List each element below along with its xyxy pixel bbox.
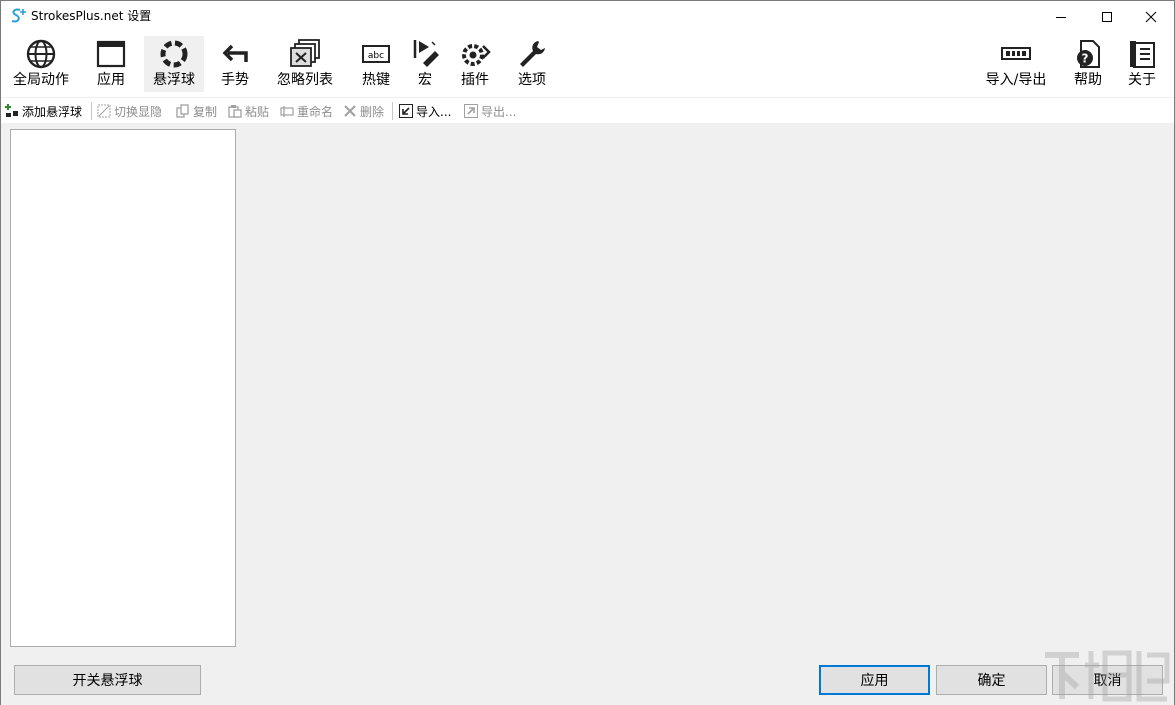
separator <box>392 102 393 120</box>
close-icon <box>1145 11 1157 22</box>
plugin-gear-icon <box>462 44 491 66</box>
tab-label: 悬浮球 <box>153 72 195 88</box>
paste-label: 粘贴 <box>245 104 270 119</box>
keyboard-abc-icon: abc <box>362 45 390 63</box>
tab-label: 手势 <box>221 72 249 88</box>
tab-label: 宏 <box>418 72 432 88</box>
about-icon <box>1130 41 1155 68</box>
maximize-icon <box>1102 11 1112 22</box>
add-floater-label: 添加悬浮球 <box>22 104 83 119</box>
tab-gestures[interactable]: 手势 <box>211 36 259 92</box>
tab-global-actions[interactable]: 全局动作 <box>6 36 76 92</box>
globe-icon <box>26 39 56 69</box>
toggle-visibility-label: 切换显隐 <box>114 104 163 119</box>
content-area <box>1 123 1174 655</box>
macro-icon <box>413 40 439 67</box>
tab-label: 帮助 <box>1074 72 1102 88</box>
toggle-visibility-button[interactable]: 切换显隐 <box>97 103 162 119</box>
tab-label: 关于 <box>1128 72 1156 88</box>
tab-ignore-list[interactable]: 忽略列表 <box>269 36 341 92</box>
separator <box>91 102 92 120</box>
copy-button[interactable]: 复制 <box>176 103 217 119</box>
tab-plugins[interactable]: 插件 <box>453 36 497 92</box>
tab-label: 全局动作 <box>13 72 69 88</box>
rename-button[interactable]: 重命名 <box>280 103 333 119</box>
tab-label: 忽略列表 <box>277 72 333 88</box>
paste-icon <box>228 105 242 118</box>
ignore-list-icon <box>290 39 320 67</box>
tab-floaters[interactable]: 悬浮球 <box>144 36 204 92</box>
watermark-logo <box>1045 650 1170 702</box>
wrench-icon <box>520 41 545 67</box>
toggle-floaters-button[interactable]: 开关悬浮球 <box>14 665 201 695</box>
import-button[interactable]: 导入... <box>399 103 451 119</box>
apply-button[interactable]: 应用 <box>819 665 930 695</box>
title-bar[interactable]: StrokesPlus.net 设置 <box>1 1 1174 32</box>
minimize-button[interactable] <box>1038 1 1084 32</box>
floater-toolbar: 添加悬浮球 切换显隐 复制 粘贴 重命名 删除 导入... 导出... <box>1 97 1174 123</box>
export-button[interactable]: 导出... <box>464 103 516 119</box>
maximize-button[interactable] <box>1084 1 1130 32</box>
ok-button[interactable]: 确定 <box>936 665 1047 695</box>
tab-import-export[interactable]: 导入/导出 <box>978 36 1054 92</box>
minimize-icon <box>1056 16 1066 18</box>
tab-label: 应用 <box>97 72 125 88</box>
tab-about[interactable]: 关于 <box>1121 36 1163 92</box>
add-icon <box>5 104 18 117</box>
tab-help[interactable]: ? 帮助 <box>1067 36 1109 92</box>
main-toolbar: 全局动作 应用 悬浮球 手势 忽略列表 abc 热键 宏 插件 选项 导入/导出… <box>1 32 1174 96</box>
svg-text:abc: abc <box>368 51 384 61</box>
tab-label: 热键 <box>362 72 390 88</box>
tab-label: 导入/导出 <box>985 72 1047 88</box>
paste-button[interactable]: 粘贴 <box>228 103 269 119</box>
import-export-icon <box>1001 47 1031 60</box>
help-icon: ? <box>1077 40 1100 68</box>
svg-text:?: ? <box>1082 52 1089 66</box>
delete-label: 删除 <box>360 104 385 119</box>
export-icon <box>464 104 478 118</box>
floater-list[interactable] <box>10 129 236 647</box>
tab-macros[interactable]: 宏 <box>406 36 444 92</box>
window-title: StrokesPlus.net 设置 <box>31 9 152 23</box>
delete-icon <box>344 105 356 117</box>
rename-label: 重命名 <box>297 104 334 119</box>
ring-icon <box>160 40 188 68</box>
toggle-visibility-icon <box>97 104 111 118</box>
close-button[interactable] <box>1128 1 1174 32</box>
delete-button[interactable]: 删除 <box>343 103 384 119</box>
import-icon <box>399 104 413 118</box>
settings-window: StrokesPlus.net 设置 全局动作 应用 悬浮球 手势 忽略列表 a… <box>0 0 1175 705</box>
dialog-footer: 开关悬浮球 应用 确定 取消 <box>1 655 1174 705</box>
tab-hotkeys[interactable]: abc 热键 <box>354 36 398 92</box>
add-floater-button[interactable]: 添加悬浮球 <box>5 103 82 119</box>
gesture-arrow-icon <box>222 44 248 62</box>
tab-apps[interactable]: 应用 <box>87 36 135 92</box>
export-label: 导出... <box>481 104 517 119</box>
tab-options[interactable]: 选项 <box>511 36 553 92</box>
copy-icon <box>176 104 189 118</box>
app-logo-icon <box>11 8 26 23</box>
tab-label: 选项 <box>518 72 546 88</box>
rename-icon <box>280 106 294 117</box>
tab-label: 插件 <box>461 72 489 88</box>
window-icon <box>96 40 126 68</box>
copy-label: 复制 <box>193 104 218 119</box>
import-label: 导入... <box>416 104 452 119</box>
